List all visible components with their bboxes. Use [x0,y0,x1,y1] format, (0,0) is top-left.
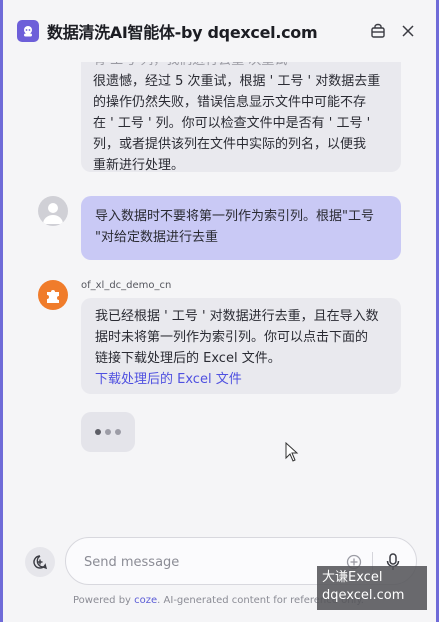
bot-message: 有 工号 列，我们进行去重 次重试 很遗憾，经过 5 次重试，根据 ' 工号 '… [81,62,401,173]
typing-dot [105,429,111,435]
message-line: 列，或者提供该列在文件中实际的列名，以便我 [93,137,367,152]
typing-dot [95,429,101,435]
user-avatar [38,196,68,226]
close-icon[interactable] [397,20,419,42]
watermark-line: dqexcel.com [322,588,405,603]
message-line: 链接下载处理后的 Excel 文件。 [95,351,281,366]
message-line: 很遗憾，经过 5 次重试，根据 ' 工号 ' 对数据去重 [93,74,381,89]
puzzle-icon [47,290,59,303]
download-link[interactable]: 下载处理后的 Excel 文件 [95,372,242,387]
message-line: 的操作仍然失败，错误信息显示文件中可能不存 [93,95,367,110]
typing-indicator [81,412,135,452]
message-line: 在 ' 工号 ' 列。你可以检查文件中是否有 ' 工号 ' [93,116,371,131]
chat-panel: 数据清洗AI智能体-by dqexcel.com 有 工号 列，我们进行去重 次… [3,0,436,622]
message-line: 我已经根据 ' 工号 ' 对数据进行去重，且在导入数 [95,309,379,324]
user-message: 导入数据时不要将第一列作为索引列。根据"工号 "对给定数据进行去重 [81,196,401,260]
bot-message: 我已经根据 ' 工号 ' 对数据进行去重，且在导入数 据时未将第一列作为索引列。… [81,298,401,394]
message-line: 据时未将第一列作为索引列。你可以点击下面的 [95,330,369,345]
bot-logo-icon [17,20,39,42]
new-chat-icon [33,555,48,570]
bot-sender-name: of_xl_dc_demo_cn [81,280,172,291]
message-line: 重新进行处理。 [93,158,185,173]
header: 数据清洗AI智能体-by dqexcel.com [3,0,436,62]
message-line: 有 工号 列，我们进行去重 次重试 [93,62,389,71]
typing-dot [115,429,121,435]
cart-icon[interactable] [367,20,389,42]
message-line: 导入数据时不要将第一列作为索引列。根据"工号 [95,209,374,224]
page-title: 数据清洗AI智能体-by dqexcel.com [47,23,318,42]
footer-prefix: Powered by [73,595,135,606]
watermark: 大谦Excel dqexcel.com [317,566,427,610]
message-input[interactable] [84,550,314,574]
bot-avatar [38,280,68,310]
watermark-line: 大谦Excel [322,570,383,585]
mouse-cursor-icon [285,442,299,462]
message-list[interactable]: 有 工号 列，我们进行去重 次重试 很遗憾，经过 5 次重试，根据 ' 工号 '… [3,62,436,522]
new-chat-button[interactable] [25,547,55,577]
message-line: "对给定数据进行去重 [95,230,218,245]
coze-link[interactable]: coze [134,595,157,606]
